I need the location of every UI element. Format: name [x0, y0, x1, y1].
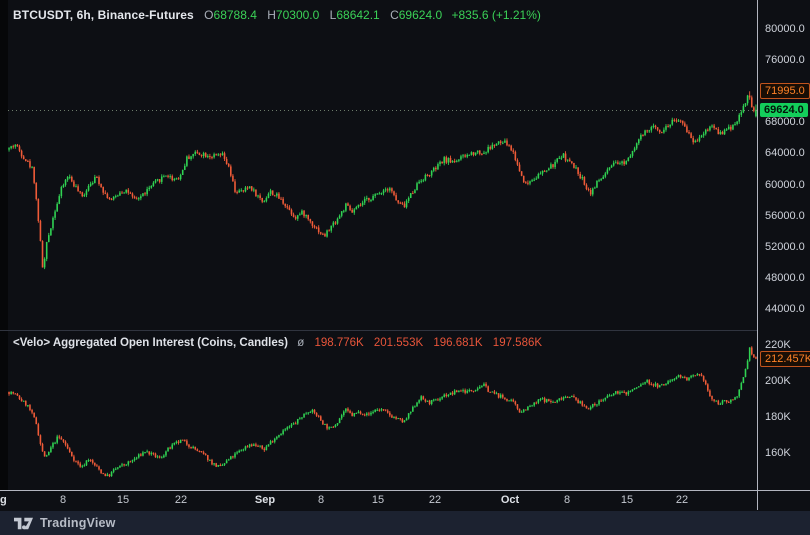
- oi-low-value: 196.681K: [433, 337, 482, 349]
- time-axis-label: 22: [429, 494, 441, 506]
- high-price-badge: 71995.0: [760, 83, 810, 99]
- low-value: 68642.1: [336, 8, 379, 22]
- time-axis-label: 8: [318, 494, 324, 506]
- oi-high-value: 201.553K: [374, 337, 423, 349]
- oi-open-value: 198.776K: [314, 337, 363, 349]
- tradingview-brand-text: TradingView: [40, 516, 116, 530]
- axis-label: 200K: [765, 375, 791, 387]
- last-price-dotted-line: [8, 110, 757, 111]
- oi-close-value: 197.586K: [493, 337, 542, 349]
- oi-indicator-title: <Velo> Aggregated Open Interest (Coins, …: [13, 337, 288, 349]
- bottom-toolbar: TradingView: [0, 511, 810, 535]
- axis-label: 64000.0: [765, 147, 805, 159]
- axis-label: 48000.0: [765, 272, 805, 284]
- axis-label: 180K: [765, 411, 791, 423]
- time-scale[interactable]: Aug 8 15 22 Sep 8 15 22 Oct 8 15 22: [0, 491, 757, 510]
- price-legend: BTCUSDT, 6h, Binance-Futures O68788.4 H7…: [13, 8, 541, 22]
- close-label: C: [390, 8, 399, 22]
- high-label: H: [267, 8, 276, 22]
- axis-label: 52000.0: [765, 241, 805, 253]
- time-axis-label: 8: [60, 494, 66, 506]
- tradingview-logo-icon: [14, 517, 33, 530]
- axis-label: 76000.0: [765, 54, 805, 66]
- close-value: 69624.0: [399, 8, 442, 22]
- symbol-title: BTCUSDT, 6h, Binance-Futures: [13, 8, 194, 22]
- pane-separator[interactable]: [0, 330, 810, 331]
- price-scale[interactable]: 80000.0 76000.0 68000.0 64000.0 60000.0 56000…: [757, 0, 810, 510]
- axis-label: 220K: [765, 339, 791, 351]
- open-interest-legend: <Velo> Aggregated Open Interest (Coins, …: [13, 336, 542, 350]
- price-pane[interactable]: BTCUSDT, 6h, Binance-Futures O68788.4 H7…: [8, 0, 757, 330]
- left-edge-strip: [0, 0, 8, 490]
- open-label: O: [204, 8, 213, 22]
- last-value-badge: 212.457K: [760, 351, 810, 367]
- change-value: +835.6 (+1.21%): [451, 8, 540, 22]
- time-axis-label: 8: [564, 494, 570, 506]
- time-axis-label: Aug: [0, 494, 7, 506]
- trading-chart-window: BTCUSDT, 6h, Binance-Futures O68788.4 H7…: [0, 0, 810, 535]
- tradingview-logo-link[interactable]: TradingView: [14, 516, 116, 530]
- axis-label: 80000.0: [765, 23, 805, 35]
- open-interest-candlestick-canvas[interactable]: [8, 330, 757, 490]
- average-symbol: ø: [297, 337, 304, 349]
- axis-label: 160K: [765, 447, 791, 459]
- time-axis-label: 15: [117, 494, 129, 506]
- time-axis-label: Sep: [255, 494, 275, 506]
- time-axis-border: [0, 490, 810, 491]
- time-axis-label: 15: [372, 494, 384, 506]
- axis-label: 68000.0: [765, 116, 805, 128]
- axis-label: 44000.0: [765, 303, 805, 315]
- high-value: 70300.0: [276, 8, 319, 22]
- last-value-badge: 69624.0: [760, 103, 808, 117]
- time-axis-label: 15: [621, 494, 633, 506]
- price-candlestick-canvas[interactable]: [8, 0, 757, 330]
- open-interest-pane[interactable]: <Velo> Aggregated Open Interest (Coins, …: [8, 330, 757, 490]
- time-axis-label: Oct: [501, 494, 519, 506]
- axis-label: 60000.0: [765, 179, 805, 191]
- open-value: 68788.4: [214, 8, 257, 22]
- time-axis-label: 22: [676, 494, 688, 506]
- axis-label: 56000.0: [765, 210, 805, 222]
- time-axis-label: 22: [175, 494, 187, 506]
